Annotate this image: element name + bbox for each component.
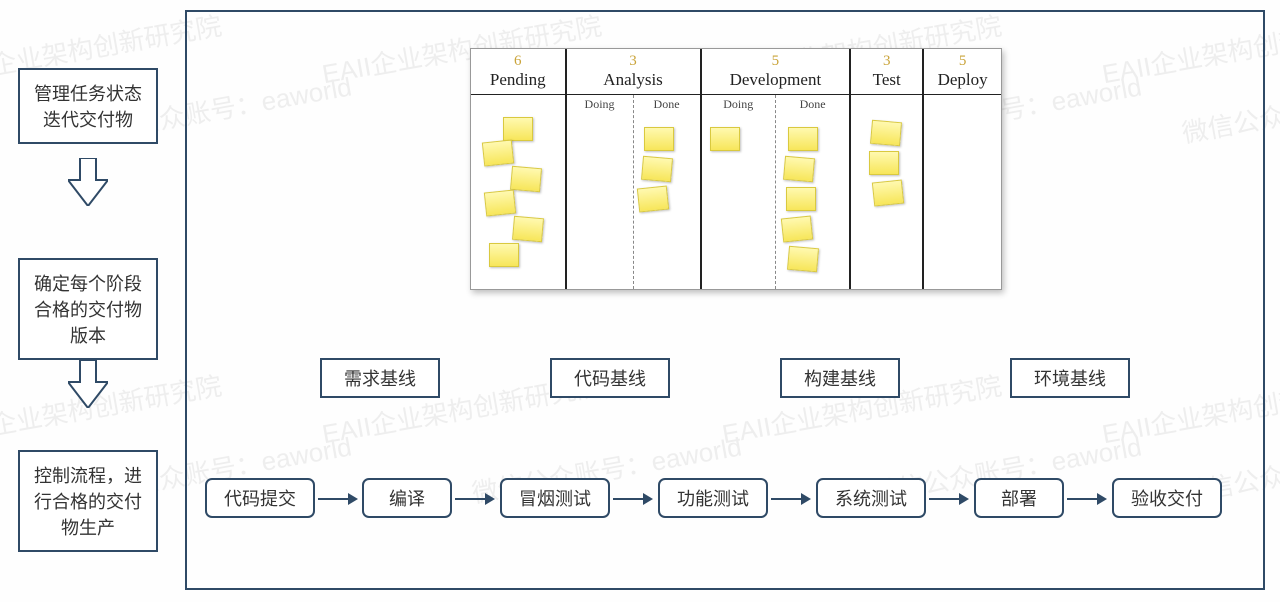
kanban-body (851, 95, 922, 289)
baseline-box: 需求基线 (320, 358, 440, 398)
flow-step: 编译 (362, 478, 452, 518)
kanban-count: 6 (471, 53, 565, 70)
kanban-count: 3 (851, 53, 922, 70)
sticky-note (641, 156, 673, 183)
arrow-right-icon (613, 492, 653, 506)
baseline-box: 代码基线 (550, 358, 670, 398)
kanban-column: 3AnalysisDoingDone (567, 49, 702, 289)
kanban-column: 5DevelopmentDoingDone (702, 49, 852, 289)
kanban-col-name: Pending (471, 70, 565, 95)
kanban-column: 3Test (851, 49, 924, 289)
arrow-down-icon (68, 158, 108, 206)
sticky-note (636, 185, 668, 212)
arrow-right-icon (771, 492, 811, 506)
arrow-right-icon (318, 492, 358, 506)
sticky-note (710, 127, 740, 151)
sticky-note (510, 166, 542, 193)
flow-step: 功能测试 (658, 478, 768, 518)
sticky-note (869, 151, 899, 175)
sticky-note (787, 246, 819, 273)
sticky-note (644, 127, 674, 151)
flow-step: 系统测试 (816, 478, 926, 518)
sticky-note (788, 127, 818, 151)
kanban-count: 5 (702, 53, 850, 70)
kanban-col-name: Development (702, 70, 850, 95)
flow-step: 部署 (974, 478, 1064, 518)
kanban-col-name: Test (851, 70, 922, 95)
kanban-column: 6Pending (471, 49, 567, 289)
step-box-3: 控制流程，进 行合格的交付 物生产 (18, 450, 158, 552)
flow-step: 冒烟测试 (500, 478, 610, 518)
arrow-down-icon (68, 360, 108, 408)
kanban-count: 3 (567, 53, 700, 70)
kanban-body (471, 95, 565, 289)
kanban-count: 5 (924, 53, 1001, 70)
flow-step: 验收交付 (1112, 478, 1222, 518)
kanban-col-name: Deploy (924, 70, 1001, 95)
kanban-subcol: Done (634, 95, 700, 289)
sticky-note (482, 139, 514, 166)
kanban-board: 6Pending3AnalysisDoingDone5DevelopmentDo… (470, 48, 1002, 290)
sticky-note (781, 215, 813, 242)
kanban-column: 5Deploy (924, 49, 1001, 289)
baseline-box: 环境基线 (1010, 358, 1130, 398)
step-box-2: 确定每个阶段 合格的交付物 版本 (18, 258, 158, 360)
sticky-note (503, 117, 533, 141)
baseline-box: 构建基线 (780, 358, 900, 398)
sticky-note (489, 243, 519, 267)
sticky-note (512, 216, 544, 243)
arrow-right-icon (1067, 492, 1107, 506)
sticky-note (870, 120, 902, 147)
flow-step: 代码提交 (205, 478, 315, 518)
kanban-body (924, 95, 1001, 289)
sticky-note (783, 156, 815, 183)
arrow-right-icon (455, 492, 495, 506)
kanban-subcols: DoingDone (702, 95, 850, 289)
sticky-note (786, 187, 816, 211)
kanban-subcol: Doing (567, 95, 634, 289)
kanban-subcols: DoingDone (567, 95, 700, 289)
kanban-subcol: Done (776, 95, 849, 289)
kanban-col-name: Analysis (567, 70, 700, 95)
arrow-right-icon (929, 492, 969, 506)
step-box-1: 管理任务状态 迭代交付物 (18, 68, 158, 144)
sticky-note (872, 179, 904, 206)
sticky-note (484, 189, 516, 216)
kanban-subcol: Doing (702, 95, 776, 289)
